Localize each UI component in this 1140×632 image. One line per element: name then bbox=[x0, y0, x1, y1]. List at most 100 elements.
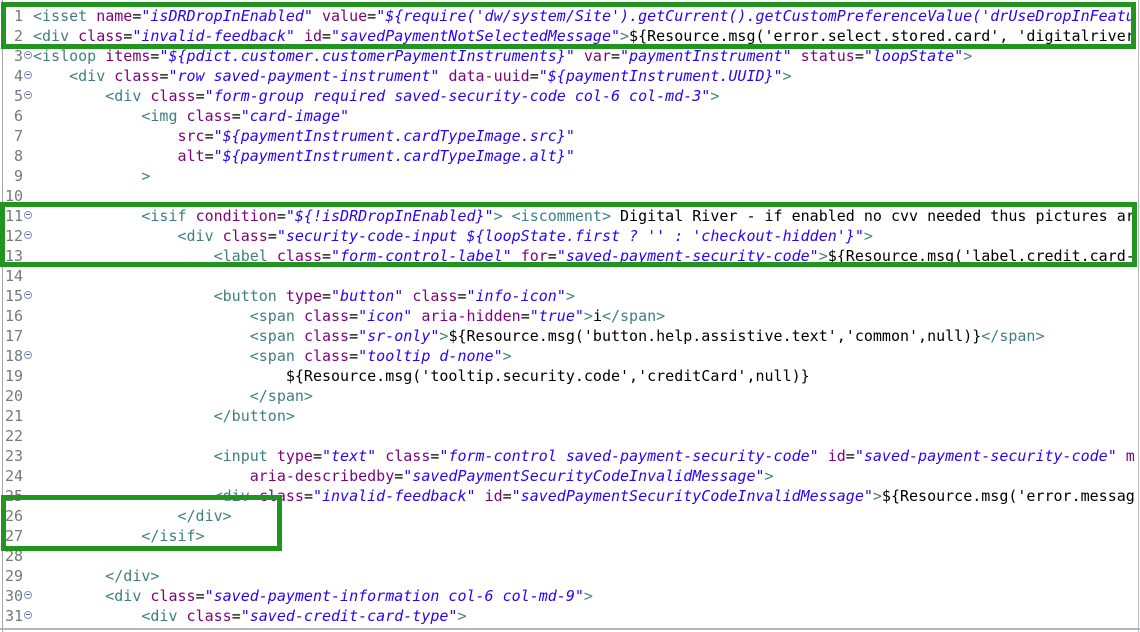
code-editor[interactable]: 1<isset name="isDRDropInEnabled" value="… bbox=[0, 0, 1140, 632]
code-text[interactable]: <span class="icon" aria-hidden="true">i<… bbox=[33, 306, 1140, 326]
code-text[interactable]: <isloop items="${pdict.customer.customer… bbox=[33, 46, 1140, 66]
code-line: 17 <span class="sr-only">${Resource.msg(… bbox=[0, 326, 1140, 346]
line-number: 3 bbox=[0, 46, 23, 66]
line-number: 31 bbox=[0, 606, 23, 626]
code-line: 5 <div class="form-group required saved-… bbox=[0, 86, 1140, 106]
line-number: 28 bbox=[0, 546, 23, 566]
code-line: 2 <div class="invalid-feedback" id="saved… bbox=[0, 26, 1140, 46]
window-bottom-border bbox=[0, 628, 1140, 630]
fold-column bbox=[23, 6, 33, 26]
fold-column bbox=[23, 506, 33, 526]
code-lines: 1<isset name="isDRDropInEnabled" value="… bbox=[0, 6, 1140, 626]
collapse-minus-icon[interactable] bbox=[24, 231, 32, 239]
code-text[interactable]: <div class="saved-payment-information co… bbox=[33, 586, 1140, 606]
code-text[interactable]: aria-describedby="savedPaymentSecurityCo… bbox=[33, 466, 1140, 486]
code-line: 20 </span> bbox=[0, 386, 1140, 406]
line-number: 13 bbox=[0, 246, 23, 266]
code-text[interactable]: <span class="sr-only">${Resource.msg('bu… bbox=[33, 326, 1140, 346]
code-text[interactable]: </button> bbox=[33, 406, 1140, 426]
line-number: 24 bbox=[0, 466, 23, 486]
code-line: 24 aria-describedby="savedPaymentSecurit… bbox=[0, 466, 1140, 486]
fold-column bbox=[23, 86, 33, 106]
fold-column bbox=[23, 426, 33, 446]
code-text[interactable]: <isif condition="${!isDRDropInEnabled}">… bbox=[33, 206, 1140, 226]
line-number: 2 bbox=[0, 26, 23, 46]
line-number: 5 bbox=[0, 86, 23, 106]
line-number: 18 bbox=[0, 346, 23, 366]
code-line: 11 <isif condition="${!isDRDropInEnabled… bbox=[0, 206, 1140, 226]
fold-column bbox=[23, 466, 33, 486]
code-line: 15 <button type="button" class="info-ico… bbox=[0, 286, 1140, 306]
code-text[interactable]: <img class="card-image" bbox=[33, 106, 1140, 126]
code-line: 14 bbox=[0, 266, 1140, 286]
code-text[interactable]: <input type="text" class="form-control s… bbox=[33, 446, 1140, 466]
code-line: 22 bbox=[0, 426, 1140, 446]
code-text[interactable]: <div class="form-group required saved-se… bbox=[33, 86, 1140, 106]
collapse-minus-icon[interactable] bbox=[24, 611, 32, 619]
collapse-minus-icon[interactable] bbox=[24, 51, 32, 59]
line-number: 14 bbox=[0, 266, 23, 286]
code-line: 13 <label class="form-control-label" for… bbox=[0, 246, 1140, 266]
code-text[interactable]: <button type="button" class="info-icon"> bbox=[33, 286, 1140, 306]
code-line: 3 <isloop items="${pdict.customer.custome… bbox=[0, 46, 1140, 66]
fold-column bbox=[23, 46, 33, 66]
code-text[interactable]: <div class="invalid-feedback" id="savedP… bbox=[33, 486, 1140, 506]
code-line: 31 <div class="saved-credit-card-type"> bbox=[0, 606, 1140, 626]
code-line: 16 <span class="icon" aria-hidden="true"… bbox=[0, 306, 1140, 326]
collapse-minus-icon[interactable] bbox=[24, 591, 32, 599]
fold-column bbox=[23, 26, 33, 46]
code-line: 12 <div class="security-code-input ${loo… bbox=[0, 226, 1140, 246]
fold-column bbox=[23, 266, 33, 286]
line-number: 25 bbox=[0, 486, 23, 506]
code-text[interactable]: </div> bbox=[33, 566, 1140, 586]
fold-column bbox=[23, 146, 33, 166]
fold-column bbox=[23, 386, 33, 406]
line-number: 27 bbox=[0, 526, 23, 546]
code-text[interactable]: alt="${paymentInstrument.cardTypeImage.a… bbox=[33, 146, 1140, 166]
fold-column bbox=[23, 346, 33, 366]
collapse-minus-icon[interactable] bbox=[24, 211, 32, 219]
fold-column bbox=[23, 366, 33, 386]
code-text[interactable]: <isset name="isDRDropInEnabled" value="$… bbox=[33, 6, 1140, 26]
fold-column bbox=[23, 486, 33, 506]
collapse-minus-icon[interactable] bbox=[24, 91, 32, 99]
fold-column bbox=[23, 526, 33, 546]
code-text[interactable] bbox=[33, 186, 1140, 206]
code-line: 9 > bbox=[0, 166, 1140, 186]
line-number: 26 bbox=[0, 506, 23, 526]
code-text[interactable]: ${Resource.msg('tooltip.security.code','… bbox=[33, 366, 1140, 386]
code-text[interactable]: <div class="saved-credit-card-type"> bbox=[33, 606, 1140, 626]
fold-column bbox=[23, 406, 33, 426]
code-text[interactable]: src="${paymentInstrument.cardTypeImage.s… bbox=[33, 126, 1140, 146]
fold-column bbox=[23, 566, 33, 586]
fold-column bbox=[23, 446, 33, 466]
code-text[interactable]: <label class="form-control-label" for="s… bbox=[33, 246, 1140, 266]
line-number: 30 bbox=[0, 586, 23, 606]
code-line: 29 </div> bbox=[0, 566, 1140, 586]
collapse-minus-icon[interactable] bbox=[24, 351, 32, 359]
code-text[interactable]: <div class="security-code-input ${loopSt… bbox=[33, 226, 1140, 246]
line-number: 9 bbox=[0, 166, 23, 186]
code-text[interactable] bbox=[33, 546, 1140, 566]
code-text[interactable]: </isif> bbox=[33, 526, 1140, 546]
collapse-minus-icon[interactable] bbox=[24, 71, 32, 79]
fold-column bbox=[23, 186, 33, 206]
code-text[interactable]: <div class="invalid-feedback" id="savedP… bbox=[33, 26, 1140, 46]
code-text[interactable]: <span class="tooltip d-none"> bbox=[33, 346, 1140, 366]
code-text[interactable]: </span> bbox=[33, 386, 1140, 406]
code-line: 7 src="${paymentInstrument.cardTypeImage… bbox=[0, 126, 1140, 146]
line-number: 19 bbox=[0, 366, 23, 386]
code-text[interactable] bbox=[33, 266, 1140, 286]
line-number: 21 bbox=[0, 406, 23, 426]
code-text[interactable]: <div class="row saved-payment-instrument… bbox=[33, 66, 1140, 86]
fold-column bbox=[23, 126, 33, 146]
code-text[interactable]: > bbox=[33, 166, 1140, 186]
code-text[interactable] bbox=[33, 426, 1140, 446]
collapse-minus-icon[interactable] bbox=[24, 291, 32, 299]
line-number: 12 bbox=[0, 226, 23, 246]
line-number: 16 bbox=[0, 306, 23, 326]
code-line: 8 alt="${paymentInstrument.cardTypeImage… bbox=[0, 146, 1140, 166]
code-text[interactable]: </div> bbox=[33, 506, 1140, 526]
fold-column bbox=[23, 66, 33, 86]
line-number: 7 bbox=[0, 126, 23, 146]
